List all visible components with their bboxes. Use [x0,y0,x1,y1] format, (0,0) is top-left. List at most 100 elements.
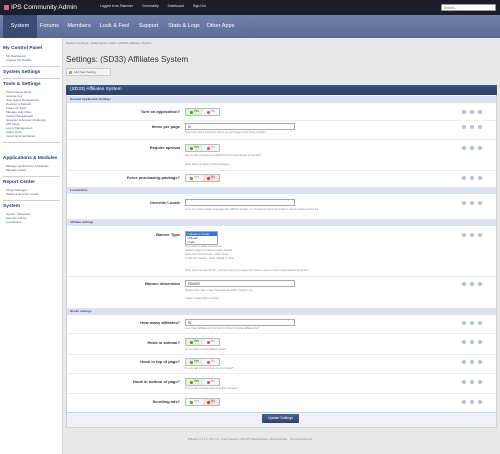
revert-icon[interactable] [462,125,466,129]
delete-icon[interactable] [478,380,482,384]
revert-icon[interactable] [462,201,466,205]
delete-icon[interactable] [478,360,482,364]
edit-icon[interactable] [470,340,474,344]
row-actions [462,201,482,205]
divider [3,176,60,177]
no-option[interactable]: No [202,359,219,365]
delete-icon[interactable] [478,400,482,404]
revert-icon[interactable] [462,282,466,286]
delete-icon[interactable] [478,125,482,129]
sidebar-item-details[interactable]: Change My Details [6,58,31,62]
no-option[interactable]: No [202,379,219,385]
top-link-user[interactable]: Logged in as Slammer [100,4,133,8]
main-nav: System Forums Members Look & Feel Suppor… [0,15,500,38]
delete-icon[interactable] [478,201,482,205]
edit-icon[interactable] [470,282,474,286]
tab-members[interactable]: Members [64,15,94,38]
no-option[interactable]: No [202,339,219,345]
no-option[interactable]: No [202,145,219,151]
edit-icon[interactable] [470,360,474,364]
yes-option[interactable]: Yes [186,109,203,115]
yes-option[interactable]: Yes [186,399,203,405]
top-link-community[interactable]: Community [142,4,159,8]
delete-icon[interactable] [478,321,482,325]
sidebar-heading: Tools & Settings [3,82,41,87]
force-purchasing-toggle[interactable]: Yes No [185,174,220,182]
edit-icon[interactable] [470,233,474,237]
search-input[interactable] [441,4,496,11]
tab-support[interactable]: Support [135,15,162,38]
no-option[interactable]: No [202,109,219,115]
yes-option[interactable]: Yes [186,175,203,181]
sidebar-item-status-severity[interactable]: Status & Severity Levels [6,192,39,196]
yes-option[interactable]: Yes [186,145,203,151]
turn-on-toggle[interactable]: Yes No [185,108,220,116]
row-actions [462,176,482,180]
update-settings-button[interactable]: Update Settings [262,414,299,423]
yes-label: Yes [193,379,199,384]
row-actions [462,321,482,325]
no-label: No [210,339,215,344]
section-localisation: Localisation [67,187,496,194]
tab-look-feel[interactable]: Look & Feel [96,15,133,38]
delete-icon[interactable] [478,282,482,286]
tab-system[interactable]: System [3,15,37,38]
edit-icon[interactable] [470,321,474,325]
revert-icon[interactable] [462,176,466,180]
delete-icon[interactable] [478,146,482,150]
add-setting-button[interactable]: + Add New Setting [66,68,111,76]
delete-icon[interactable] [478,233,482,237]
edit-icon[interactable] [470,125,474,129]
hook-sidebar-toggle[interactable]: Yes No [185,338,220,346]
row-actions [462,146,482,150]
sidebar-heading: Applications & Modules [3,156,58,161]
revert-icon[interactable] [462,110,466,114]
items-per-page-input[interactable] [185,123,295,130]
hook-top-toggle[interactable]: Yes No [185,358,220,366]
delete-icon[interactable] [478,176,482,180]
top-link-dashboard[interactable]: Dashboard [168,4,184,8]
edit-icon[interactable] [470,201,474,205]
top-link-signout[interactable]: Sign Out [193,4,206,8]
divider [3,200,60,201]
revert-icon[interactable] [462,321,466,325]
no-option[interactable]: No [202,399,219,405]
yes-option[interactable]: Yes [186,379,203,385]
yes-option[interactable]: Yes [186,339,203,345]
edit-icon[interactable] [470,176,474,180]
hook-bottom-toggle[interactable]: Yes No [185,378,220,386]
delete-icon[interactable] [478,340,482,344]
yes-option[interactable]: Yes [186,359,203,365]
edit-icon[interactable] [470,110,474,114]
breadcrumb[interactable]: System Settings › Subscription Apps › (S… [66,41,152,45]
tab-other-apps[interactable]: Other Apps [205,15,236,38]
sidebar-heading[interactable]: System Settings [3,70,40,75]
require-approval-toggle[interactable]: Yes No [185,144,220,152]
banner-dimension-input[interactable] [185,280,295,287]
revert-icon[interactable] [462,233,466,237]
setting-label: Scrolling ads? [152,399,180,404]
sidebar-item-email-rules[interactable]: Incoming Email Rules [6,134,35,138]
edit-icon[interactable] [470,146,474,150]
sidebar-item-hooks[interactable]: Manage Hooks [6,168,26,172]
revert-icon[interactable] [462,400,466,404]
yes-label: Yes [193,145,199,150]
row-actions [462,400,482,404]
tab-stats-logs[interactable]: Stats & Logs [164,15,204,38]
no-option[interactable]: No [202,175,219,181]
logo[interactable]: IPS Community Admin [4,3,77,12]
override-locale-input[interactable] [185,199,295,206]
edit-icon[interactable] [470,380,474,384]
how-many-affiliates-input[interactable] [185,319,295,326]
banner-type-select[interactable]: Upload or Code Upload Code [185,231,218,245]
sidebar-item-list-admins[interactable]: List Admins [6,220,21,224]
revert-icon[interactable] [462,380,466,384]
scrolling-ads-toggle[interactable]: Yes No [185,398,220,406]
revert-icon[interactable] [462,340,466,344]
revert-icon[interactable] [462,360,466,364]
delete-icon[interactable] [478,110,482,114]
revert-icon[interactable] [462,146,466,150]
tab-forums[interactable]: Forums [37,15,62,38]
option-code[interactable]: Code [186,240,217,244]
edit-icon[interactable] [470,400,474,404]
